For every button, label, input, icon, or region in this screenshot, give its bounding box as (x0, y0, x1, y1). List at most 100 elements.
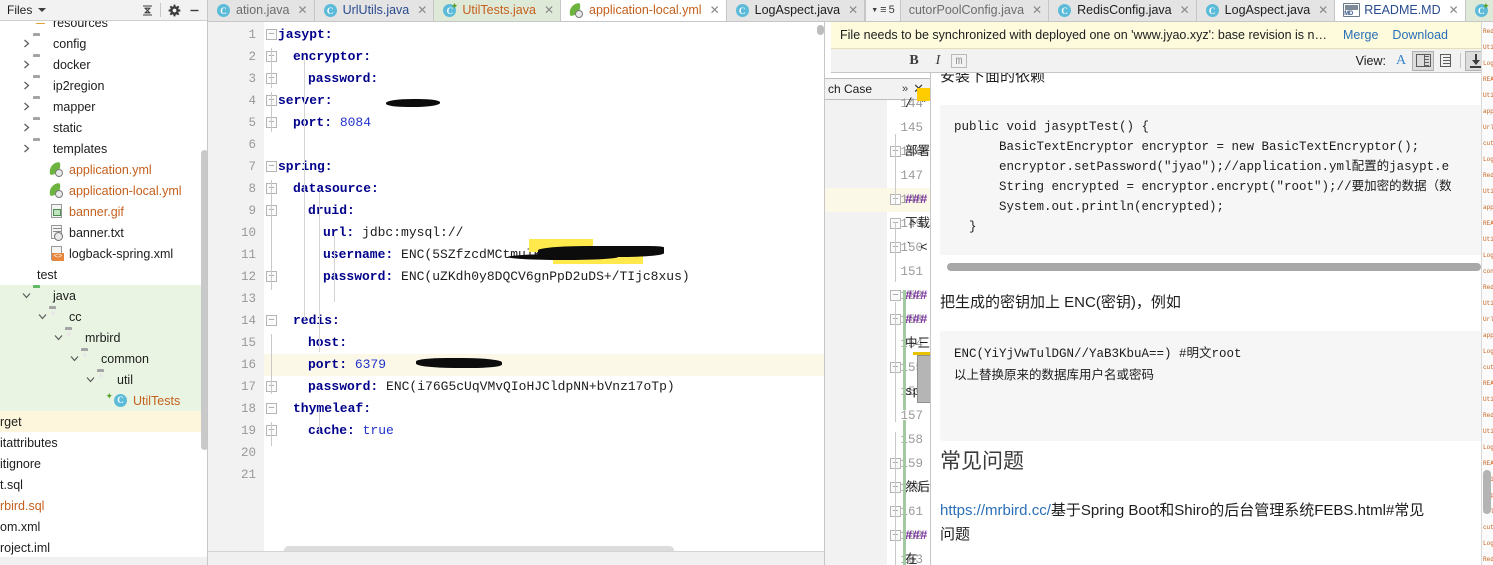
tree-item-cc[interactable]: cc (0, 306, 208, 327)
close-icon[interactable]: ✕ (298, 3, 308, 17)
marker-label: cutorPool (1483, 140, 1493, 147)
close-icon[interactable]: ✕ (417, 3, 427, 17)
chevron-down-icon[interactable] (68, 348, 81, 369)
tree-item-mrbird[interactable]: mrbird (0, 327, 208, 348)
chevron-down-icon[interactable] (20, 285, 33, 306)
tab-label: UrlUtils.java (342, 3, 410, 17)
tree-item-docker[interactable]: docker (0, 54, 208, 75)
link-tail-1: 基于Spring Boot和Shiro的后台管理系统FEBS.html#常见 (1050, 502, 1425, 519)
tree-item-itattributes[interactable]: itattributes (0, 432, 208, 453)
monospace-button[interactable]: m (951, 53, 967, 68)
line-number: 8 (248, 182, 256, 196)
markdown-source-editor[interactable]: ch Case » ✕ 144/ *145146−部署147148−###149… (825, 22, 931, 565)
editor-tab-logaspect-java[interactable]: C LogAspect.java ✕ (726, 0, 866, 21)
tree-item-rget[interactable]: rget (0, 411, 208, 432)
tree-item-config[interactable]: config (0, 33, 208, 54)
split-view-icon[interactable] (1412, 50, 1434, 71)
tree-item-roject-iml[interactable]: roject.iml (0, 537, 208, 558)
chevron-right-icon[interactable] (20, 117, 33, 138)
preview-link-line[interactable]: https://mrbird.cc/基于Spring Boot和Shiro的后台… (940, 499, 1424, 520)
md-fold-toggle-icon[interactable]: − (890, 290, 901, 301)
yaml-editor[interactable]: 1 2 3 4 5 6 7 8 9 10 11 12 13 14 15 16 17 18 19 20 21 jasypt… (208, 22, 825, 565)
file-tree-horizontal-scrollbar[interactable] (0, 557, 208, 565)
minimize-icon[interactable] (184, 1, 204, 19)
tree-item-itignore[interactable]: itignore (0, 453, 208, 474)
gear-icon[interactable] (164, 1, 184, 19)
preview-view-icon[interactable] (1434, 51, 1456, 71)
chevron-down-icon[interactable] (52, 327, 65, 348)
chevron-down-icon[interactable] (38, 8, 47, 12)
tree-item-application-local-yml[interactable]: application-local.yml (0, 180, 208, 201)
chevron-right-icon[interactable] (20, 96, 33, 117)
tree-item-static[interactable]: static (0, 117, 208, 138)
editor-tab-ation-java[interactable]: Cation.java ✕ (208, 0, 315, 21)
marker-strip-thumb[interactable] (1483, 470, 1491, 514)
tree-item-om-xml[interactable]: om.xml (0, 516, 208, 537)
fold-toggle-icon[interactable]: − (266, 403, 277, 414)
tree-item-resources[interactable]: resources (0, 21, 208, 33)
editor-tab-urlutils-java[interactable]: C UrlUtils.java ✕ (314, 0, 435, 21)
tree-item-utiltests[interactable]: C ✦ UtilTests (0, 390, 208, 411)
merge-link[interactable]: Merge (1343, 28, 1378, 42)
markdown-toolbar[interactable]: B I m View: A (831, 49, 1493, 73)
close-icon[interactable]: ✕ (1449, 3, 1459, 17)
chevron-down-icon[interactable] (36, 306, 49, 327)
code-block-1-scrollbar[interactable] (947, 263, 1481, 271)
chevron-right-icon[interactable] (20, 75, 33, 96)
chevron-down-icon[interactable] (84, 369, 97, 390)
external-link[interactable]: https://mrbird.cc/ (940, 502, 1051, 519)
tree-item-util[interactable]: util (0, 369, 208, 390)
close-icon[interactable]: ✕ (710, 3, 720, 17)
yaml-key: spring: (278, 159, 333, 174)
close-icon[interactable]: ✕ (1032, 3, 1042, 17)
editor-tab-application-local-yml[interactable]: application-local.yml ✕ (561, 0, 727, 21)
md-fold-line (895, 222, 896, 282)
editor-tab-logaspect-java[interactable]: C LogAspect.java ✕ (1196, 0, 1336, 21)
close-icon[interactable]: ✕ (1180, 3, 1190, 17)
markdown-preview[interactable]: 安装下面的依赖 public void jasyptTest() { Basic… (931, 73, 1493, 565)
text-view-icon[interactable]: A (1390, 51, 1412, 71)
fold-toggle-icon[interactable]: − (266, 161, 277, 172)
line-number: 13 (240, 292, 256, 306)
editor-tab-bar[interactable]: Cation.java ✕ C UrlUtils.java ✕ C ✦ UtilTests.j… (208, 0, 1493, 22)
tree-item-test[interactable]: test (0, 264, 208, 285)
editor-tab-utiltests-java[interactable]: C✦UtilTests.java✕ (434, 0, 562, 21)
match-case-label[interactable]: ch Case (825, 82, 872, 96)
editor-marker-strip[interactable]: RedisC UtilTest LogAspe README UtilTests appl… (1481, 22, 1493, 565)
editor-vertical-scrollbar[interactable] (817, 25, 824, 35)
editor-gutter[interactable]: 1 2 3 4 5 6 7 8 9 10 11 12 13 14 15 16 17 18 19 20 21 (208, 22, 264, 565)
file-tree[interactable]: resources config docker ip2region mapper stat… (0, 21, 208, 565)
md-inline-scrollbar[interactable] (917, 355, 931, 403)
chevron-right-icon[interactable] (20, 54, 33, 75)
editor-code-area[interactable]: jasypt: encryptor: password: server: port: 8… (264, 22, 825, 565)
tree-item-mapper[interactable]: mapper (0, 96, 208, 117)
tree-item-rbird-sql[interactable]: rbird.sql (0, 495, 208, 516)
editor-tab-readme-md[interactable]: MD README.MD ✕ (1335, 0, 1466, 21)
tree-item-application-yml[interactable]: application.yml (0, 159, 208, 180)
editor-tab-utiltests-java[interactable]: C✦UtilTests.java✕ (1465, 0, 1493, 21)
tree-item-templates[interactable]: templates (0, 138, 208, 159)
tree-item-banner-txt[interactable]: banner.txt (0, 222, 208, 243)
close-icon[interactable]: ✕ (1318, 3, 1328, 17)
collapse-all-icon[interactable] (137, 1, 157, 19)
tree-item-t-sql[interactable]: t.sql (0, 474, 208, 495)
fold-toggle-icon[interactable]: − (266, 315, 277, 326)
fold-toggle-icon[interactable]: − (266, 29, 277, 40)
tree-item-banner-gif[interactable]: banner.gif (0, 201, 208, 222)
chevron-right-icon[interactable] (20, 138, 33, 159)
italic-button[interactable]: I (927, 51, 949, 71)
code-line: port: 6379 (308, 354, 386, 376)
tree-item-common[interactable]: common (0, 348, 208, 369)
editor-tab-cutorpoolconfig-java[interactable]: cutorPoolConfig.java ✕ (900, 0, 1050, 21)
tree-item-logback-spring-xml[interactable]: <> logback-spring.xml (0, 243, 208, 264)
bold-button[interactable]: B (903, 51, 925, 71)
tree-item-ip2region[interactable]: ip2region (0, 75, 208, 96)
close-icon[interactable]: ✕ (544, 3, 554, 17)
tree-item-label: rget (0, 414, 22, 429)
download-link[interactable]: Download (1392, 28, 1448, 42)
tree-item-java[interactable]: java (0, 285, 208, 306)
tab-overflow-chevron[interactable]: ▼ ≡ 5 (865, 0, 901, 21)
close-icon[interactable]: ✕ (848, 3, 858, 17)
chevron-right-icon[interactable] (20, 33, 33, 54)
editor-tab-redisconfig-java[interactable]: C RedisConfig.java ✕ (1049, 0, 1197, 21)
